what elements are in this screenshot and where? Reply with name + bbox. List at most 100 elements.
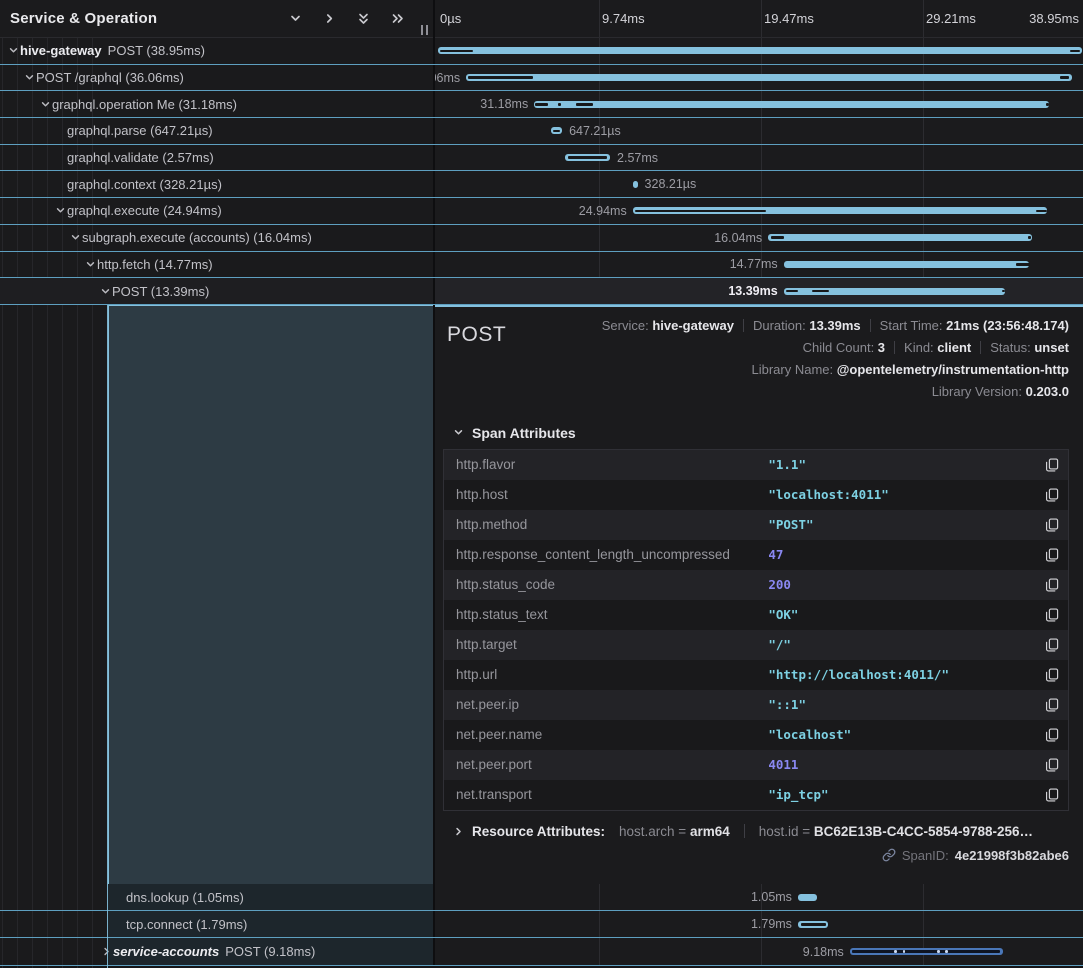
child-span-tick [1036, 210, 1046, 213]
meta-label: Child Count: [803, 340, 878, 355]
span-attributes-title: Span Attributes [472, 425, 576, 441]
header-bar: Service & Operation 0µs9.74ms19.47ms29.2… [0, 0, 1083, 38]
chevron-down-icon[interactable] [289, 12, 302, 25]
column-resizer-handle[interactable] [421, 25, 428, 35]
span-row[interactable]: graphql.operation Me (31.18ms)31.18ms [0, 91, 1083, 118]
span-meta-line: Library Version: 0.203.0 [602, 381, 1069, 403]
child-span-tick [801, 923, 826, 926]
chevron-right-icon[interactable] [99, 946, 113, 957]
span-duration-label: 2.57ms [617, 151, 658, 165]
copy-icon[interactable] [1045, 638, 1059, 652]
span-bar[interactable] [784, 261, 1030, 268]
chevron-down-icon[interactable] [83, 259, 97, 270]
attribute-value: "localhost:4011" [768, 487, 888, 502]
span-name-cell: http.fetch (14.77ms) [0, 252, 433, 278]
span-row[interactable]: POST /graphql (36.06ms)36.06ms [0, 65, 1083, 92]
span-attributes-header[interactable]: Span Attributes [443, 425, 1069, 441]
span-duration-label: 13.39ms [728, 284, 777, 298]
span-bar[interactable] [798, 894, 817, 901]
span-row[interactable]: subgraph.execute (accounts) (16.04ms)16.… [0, 225, 1083, 252]
resource-attributes-title: Resource Attributes: [472, 824, 605, 839]
copy-icon[interactable] [1045, 548, 1059, 562]
span-bar[interactable] [633, 181, 638, 188]
span-bar[interactable] [438, 47, 1081, 54]
span-rows-bottom: dns.lookup (1.05ms)1.05mstcp.connect (1.… [0, 884, 1083, 966]
operation-name: POST (13.39ms) [112, 284, 209, 299]
copy-icon[interactable] [1045, 518, 1059, 532]
span-row[interactable]: dns.lookup (1.05ms)1.05ms [0, 884, 1083, 911]
attribute-value: "/" [768, 637, 791, 652]
copy-icon[interactable] [1045, 458, 1059, 472]
double-chevron-down-icon[interactable] [357, 12, 370, 26]
child-span-tick [576, 103, 593, 106]
child-span-tick [786, 290, 798, 293]
copy-icon[interactable] [1045, 698, 1059, 712]
service-operation-header: Service & Operation [0, 0, 433, 38]
copy-icon[interactable] [1045, 578, 1059, 592]
span-row[interactable]: graphql.validate (2.57ms)2.57ms [0, 145, 1083, 172]
span-name-cell: graphql.context (328.21µs) [0, 171, 433, 197]
chevron-down-icon[interactable] [6, 45, 20, 56]
service-operation-title: Service & Operation [10, 10, 157, 27]
copy-icon[interactable] [1045, 728, 1059, 742]
child-span-tick [1070, 50, 1080, 53]
double-chevron-right-icon[interactable] [391, 12, 405, 25]
attribute-key: http.flavor [456, 457, 768, 472]
span-bar-cell: 16.04ms [435, 225, 1083, 251]
span-bar[interactable] [768, 234, 1032, 241]
span-row[interactable]: graphql.context (328.21µs)328.21µs [0, 171, 1083, 198]
span-duration-label: 24.94ms [579, 204, 627, 218]
span-row[interactable]: graphql.execute (24.94ms)24.94ms [0, 198, 1083, 225]
chevron-down-icon[interactable] [68, 232, 82, 243]
span-duration-label: 31.18ms [480, 97, 528, 111]
span-name-cell: hive-gatewayPOST (38.95ms) [0, 38, 433, 64]
meta-separator [894, 341, 895, 354]
copy-icon[interactable] [1045, 608, 1059, 622]
meta-separator [743, 319, 744, 332]
timeline-tick-label: 0µs [440, 11, 461, 26]
copy-icon[interactable] [1045, 758, 1059, 772]
span-bar-cell: 1.05ms [435, 884, 1083, 910]
meta-label: Start Time: [880, 318, 946, 333]
timeline-tick-label: 38.95ms [1029, 11, 1079, 26]
resource-attributes-row[interactable]: Resource Attributes: host.arch = arm64ho… [443, 824, 1069, 839]
span-row[interactable]: POST (13.39ms) 13.39ms [0, 278, 1083, 305]
operation-name: POST (38.95ms) [108, 43, 205, 58]
chevron-down-icon[interactable] [98, 286, 112, 297]
meta-separator [980, 341, 981, 354]
operation-name: tcp.connect (1.79ms) [126, 917, 247, 932]
timeline-gridline [923, 0, 924, 37]
span-name-cell: dns.lookup (1.05ms) [0, 884, 433, 910]
span-name-cell: subgraph.execute (accounts) (16.04ms) [0, 225, 433, 251]
span-row[interactable]: hive-gatewayPOST (38.95ms)38.95ms [0, 38, 1083, 65]
chevron-down-icon[interactable] [53, 205, 67, 216]
chevron-down-icon[interactable] [22, 72, 36, 83]
span-name-cell: service-accountsPOST (9.18ms) [0, 938, 433, 964]
selected-span-guide [107, 305, 108, 968]
span-row[interactable]: graphql.parse (647.21µs)647.21µs [0, 118, 1083, 145]
attribute-value: "1.1" [768, 457, 806, 472]
chevron-down-icon[interactable] [38, 99, 52, 110]
copy-icon[interactable] [1045, 668, 1059, 682]
meta-value: 21ms (23:56:48.174) [946, 318, 1069, 333]
span-detail-panel: POST Service: hive-gatewayDuration: 13.3… [435, 305, 1083, 884]
link-icon[interactable] [882, 848, 896, 862]
attribute-key: http.host [456, 487, 768, 502]
meta-label: Library Name: [752, 362, 837, 377]
chevron-right-icon[interactable] [323, 12, 336, 25]
span-detail-row: POST Service: hive-gatewayDuration: 13.3… [0, 305, 1083, 884]
span-row[interactable]: http.fetch (14.77ms)14.77ms [0, 252, 1083, 279]
span-bar[interactable] [534, 101, 1049, 108]
meta-value: client [937, 340, 971, 355]
span-bar[interactable] [466, 74, 1072, 81]
attribute-row: http.flavor"1.1" [444, 450, 1068, 480]
span-row[interactable]: service-accountsPOST (9.18ms)9.18ms [0, 938, 1083, 965]
span-row[interactable]: tcp.connect (1.79ms)1.79ms [0, 911, 1083, 938]
timeline-tick-label: 9.74ms [602, 11, 645, 26]
span-name-cell: POST (13.39ms) [0, 278, 433, 304]
span-title: POST [447, 323, 506, 347]
attribute-key: http.status_code [456, 577, 768, 592]
copy-icon[interactable] [1045, 788, 1059, 802]
span-meta-line: Child Count: 3Kind: clientStatus: unset [602, 337, 1069, 359]
copy-icon[interactable] [1045, 488, 1059, 502]
